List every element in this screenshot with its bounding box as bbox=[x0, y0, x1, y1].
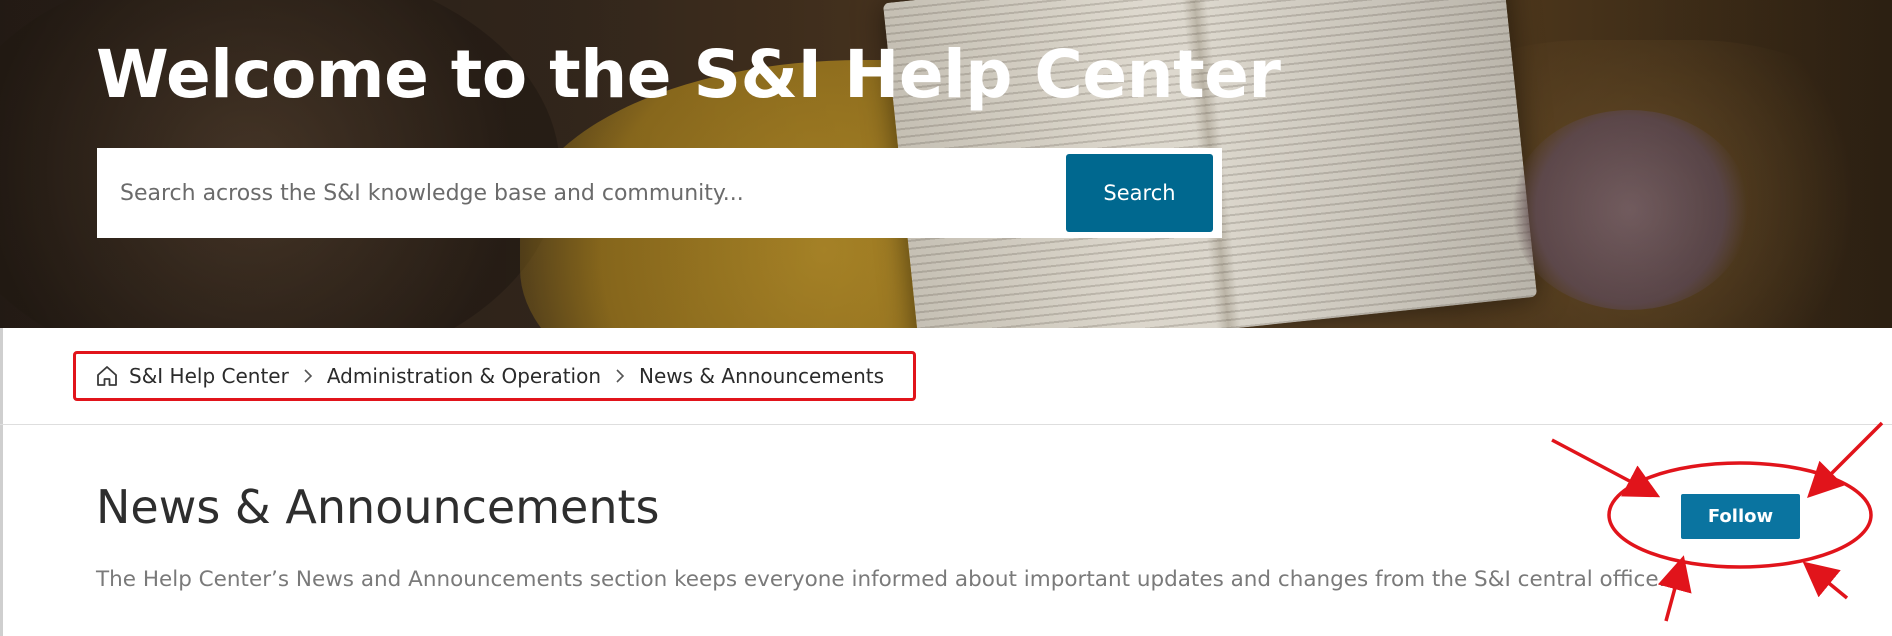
section-divider bbox=[0, 424, 1892, 425]
breadcrumb: S&I Help Center Administration & Operati… bbox=[73, 351, 916, 401]
search-input[interactable] bbox=[97, 148, 1057, 238]
breadcrumb-item-help-center[interactable]: S&I Help Center bbox=[129, 364, 289, 388]
search-button[interactable]: Search bbox=[1066, 154, 1213, 232]
hero-title: Welcome to the S&I Help Center bbox=[96, 36, 1281, 113]
chevron-right-icon bbox=[601, 366, 639, 386]
breadcrumb-item-news[interactable]: News & Announcements bbox=[639, 364, 884, 388]
home-icon[interactable] bbox=[96, 365, 118, 387]
search-form: Search bbox=[97, 148, 1222, 238]
annotation-arrow bbox=[1807, 421, 1884, 498]
page-title: News & Announcements bbox=[96, 480, 660, 534]
chevron-right-icon bbox=[289, 366, 327, 386]
annotation-arrow bbox=[1551, 438, 1661, 498]
annotation-arrow bbox=[1802, 561, 1849, 600]
follow-button[interactable]: Follow bbox=[1681, 494, 1800, 539]
breadcrumb-item-administration[interactable]: Administration & Operation bbox=[327, 364, 601, 388]
hero-banner: Welcome to the S&I Help Center Search bbox=[0, 0, 1892, 328]
annotation-arrow bbox=[1657, 555, 1692, 622]
section-description: The Help Center’s News and Announcements… bbox=[96, 567, 1666, 592]
